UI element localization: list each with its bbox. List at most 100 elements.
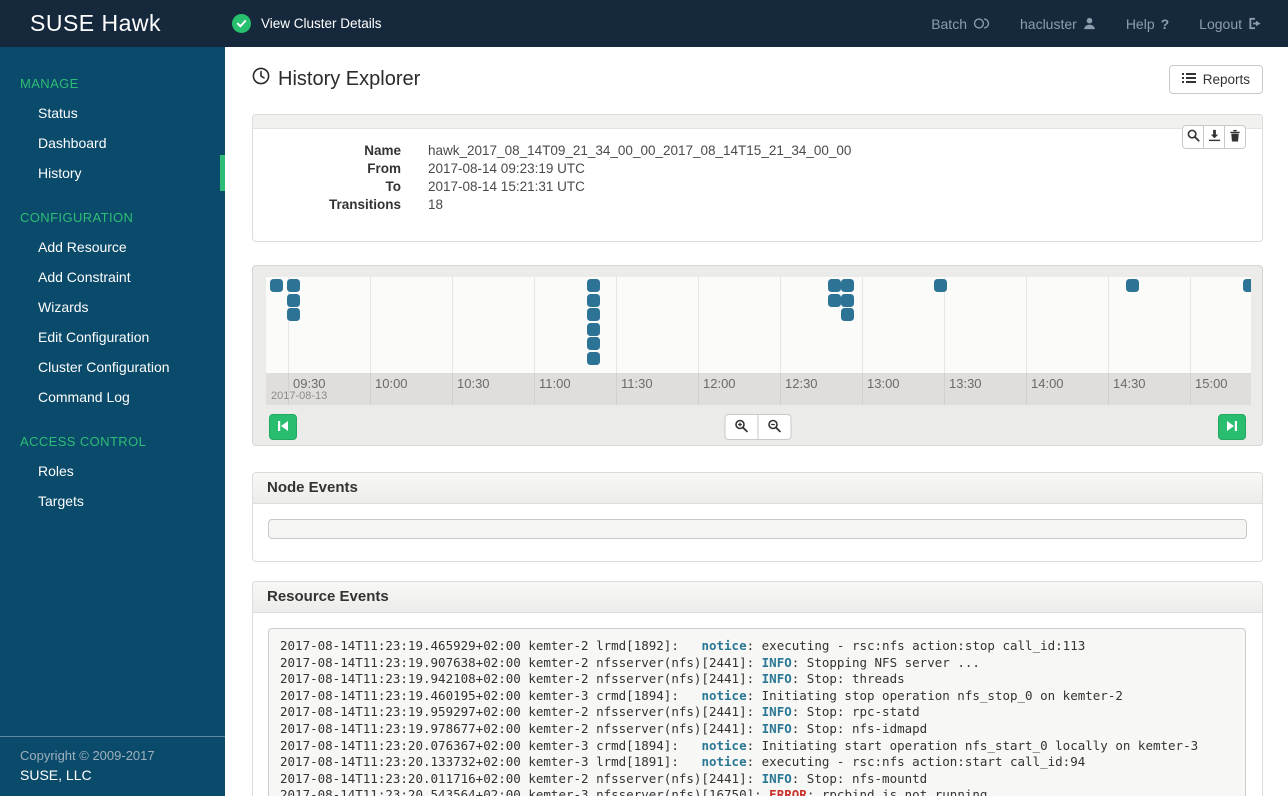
report-field-name: Name hawk_2017_08_14T09_21_34_00_00_2017_… (253, 142, 1262, 160)
nav-section-title: MANAGE (20, 76, 79, 91)
report-info-panel: Name hawk_2017_08_14T09_21_34_00_00_2017_… (252, 114, 1263, 242)
magnifier-icon (1187, 129, 1200, 145)
topbar: SUSE Hawk View Cluster Details Batch hac… (0, 0, 1288, 47)
transition-marker[interactable] (840, 308, 854, 322)
help-menu-item[interactable]: Help ? (1126, 16, 1169, 32)
history-clock-icon (252, 67, 270, 91)
zoom-out-button[interactable] (757, 414, 791, 440)
transition-marker[interactable] (586, 279, 600, 292)
logout-menu-item[interactable]: Logout (1199, 16, 1262, 32)
sidebar-item-dashboard[interactable]: Dashboard (0, 128, 225, 158)
sidebar: MANAGE Status Dashboard History CONFIGURATIO… (0, 47, 225, 796)
inspect-report-button[interactable] (1182, 125, 1204, 149)
sidebar-item-status[interactable]: Status (0, 98, 225, 128)
transition-marker[interactable] (586, 322, 600, 336)
log-level: INFO (761, 720, 792, 736)
timeline-skip-end-button[interactable] (1218, 414, 1246, 440)
sidebar-item-targets[interactable]: Targets (0, 486, 225, 516)
log-line: 2017-08-14T11:23:20.133732+02:00 kemter-… (280, 754, 1086, 770)
view-cluster-details-label: View Cluster Details (261, 16, 382, 31)
transition-marker[interactable] (586, 308, 600, 322)
report-fields: Name hawk_2017_08_14T09_21_34_00_00_2017_… (253, 129, 1262, 214)
field-label: Name (364, 143, 401, 158)
sidebar-item-history[interactable]: History (0, 155, 225, 191)
transition-marker[interactable] (933, 279, 947, 292)
report-actions (1182, 125, 1246, 149)
transition-marker[interactable] (840, 293, 854, 307)
gridline (370, 277, 371, 373)
axis-separator (862, 373, 863, 405)
sidebar-item-wizards[interactable]: Wizards (0, 292, 225, 322)
log-line: 2017-08-14T11:23:20.543564+02:00 kemter-… (280, 787, 1234, 796)
axis-tick-label: 10:30 (457, 376, 490, 391)
log-line: 2017-08-14T11:23:19.907638+02:00 kemter-… (280, 654, 980, 670)
timeline-skip-start-button[interactable] (269, 414, 297, 440)
user-menu-item[interactable]: hacluster (1020, 16, 1096, 32)
sidebar-item-command-log[interactable]: Command Log (0, 382, 225, 412)
sidebar-item-roles[interactable]: Roles (0, 456, 225, 486)
gridline (1190, 277, 1191, 373)
transition-marker[interactable] (286, 279, 300, 292)
trash-icon (1229, 129, 1241, 145)
reports-button[interactable]: Reports (1168, 64, 1263, 94)
logout-icon (1248, 17, 1262, 30)
transition-marker[interactable] (586, 352, 600, 365)
timeline-plot[interactable] (266, 277, 1251, 373)
gridline (862, 277, 863, 373)
field-value: 2017-08-14 09:23:19 UTC (428, 161, 585, 176)
field-value: 18 (428, 197, 444, 212)
log-line: 2017-08-14T11:23:19.460195+02:00 kemter-… (280, 687, 1123, 703)
log-level: INFO (761, 704, 792, 720)
axis-tick-label: 12:30 (785, 376, 818, 391)
transition-marker[interactable] (586, 293, 600, 307)
transition-marker[interactable] (827, 293, 841, 307)
resource-events-panel: Resource Events 2017-08-14T11:23:19.4659… (252, 581, 1263, 796)
sidebar-item-edit-configuration[interactable]: Edit Configuration (0, 322, 225, 352)
batch-menu-item[interactable]: Batch (931, 16, 990, 32)
log-level: ERROR (769, 787, 807, 796)
axis-separator (1108, 373, 1109, 405)
axis-tick-label: 15:00 (1195, 376, 1228, 391)
field-label: From (367, 161, 401, 176)
axis-tick-label: 11:00 (539, 376, 571, 391)
axis-separator (780, 373, 781, 405)
sidebar-footer: Copyright © 2009-2017 SUSE, LLC (0, 736, 225, 796)
transition-marker[interactable] (286, 308, 300, 322)
transition-marker[interactable] (286, 293, 300, 307)
page-header: History Explorer Reports (252, 61, 1263, 97)
transition-marker[interactable] (586, 337, 600, 351)
axis-separator (1190, 373, 1191, 405)
gridline (698, 277, 699, 373)
topbar-menu: Batch hacluster Help ? Logout (931, 16, 1288, 32)
axis-separator (370, 373, 371, 405)
sidebar-item-add-resource[interactable]: Add Resource (0, 232, 225, 262)
company-text: SUSE, LLC (20, 767, 92, 783)
transition-marker[interactable] (269, 279, 283, 292)
node-events-empty-log (268, 519, 1247, 539)
transition-marker[interactable] (840, 279, 854, 292)
view-cluster-details-link[interactable]: View Cluster Details (232, 14, 382, 33)
transition-marker[interactable] (1242, 279, 1251, 292)
user-icon (1083, 17, 1096, 30)
field-value: 2017-08-14 15:21:31 UTC (428, 179, 585, 194)
log-line: 2017-08-14T11:23:20.011716+02:00 kemter-… (280, 770, 928, 786)
nav-section-title: ACCESS CONTROL (20, 434, 147, 449)
transition-marker[interactable] (827, 279, 841, 292)
zoom-in-button[interactable] (724, 414, 758, 440)
download-report-button[interactable] (1203, 125, 1225, 149)
log-line: 2017-08-14T11:23:19.959297+02:00 kemter-… (280, 704, 920, 720)
cluster-ok-check-icon (232, 14, 251, 33)
zoom-in-icon (734, 419, 748, 436)
log-level: notice (701, 638, 747, 653)
sidebar-item-cluster-configuration[interactable]: Cluster Configuration (0, 352, 225, 382)
main-content: History Explorer Reports Name hawk_2017_0… (225, 47, 1288, 796)
axis-tick-label: 13:30 (949, 376, 982, 391)
brand-logo[interactable]: SUSE Hawk (0, 10, 225, 37)
resource-events-log[interactable]: 2017-08-14T11:23:19.465929+02:00 kemter-… (268, 628, 1246, 796)
report-field-from: From 2017-08-14 09:23:19 UTC (253, 160, 1262, 178)
sidebar-item-add-constraint[interactable]: Add Constraint (0, 262, 225, 292)
transition-marker[interactable] (1125, 279, 1139, 292)
gridline (452, 277, 453, 373)
report-info-panel-header (253, 115, 1262, 129)
delete-report-button[interactable] (1224, 125, 1246, 149)
